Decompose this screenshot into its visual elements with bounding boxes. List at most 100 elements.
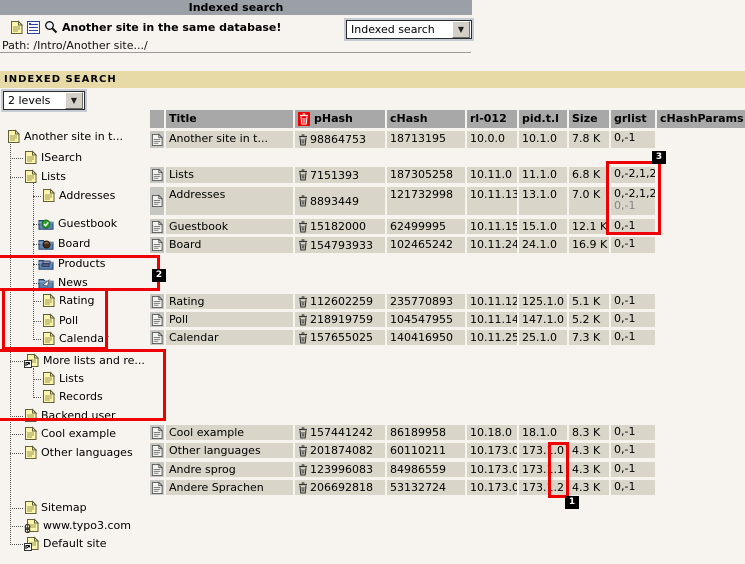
grlist-value: 0,-1 <box>614 462 655 475</box>
table-header-chash[interactable]: cHash <box>387 110 465 128</box>
trash-icon[interactable] <box>298 112 310 126</box>
table-cell-size: 12.1 K <box>569 219 609 234</box>
document-icon[interactable] <box>150 443 164 458</box>
chevron-down-icon[interactable]: ▼ <box>452 21 470 38</box>
tree-item-calendar[interactable]: Calendar <box>42 330 108 347</box>
tree-item-label: Products <box>58 257 106 270</box>
table-cell-chash: 104547955 <box>387 312 465 327</box>
trash-icon[interactable] <box>298 134 308 146</box>
trash-icon[interactable] <box>298 195 308 207</box>
table-header-title[interactable]: Title <box>166 110 293 128</box>
grlist-value: 0,-1 <box>614 480 655 493</box>
grlist-value-secondary: 0,-1 <box>614 200 655 212</box>
page-icon[interactable] <box>7 129 20 144</box>
tree-item-board[interactable]: Board <box>38 235 90 252</box>
page-icon[interactable] <box>42 293 55 308</box>
document-icon[interactable] <box>150 294 164 309</box>
table-cell-title: Cool example <box>166 425 293 440</box>
document-icon[interactable] <box>150 237 164 253</box>
tree-item-poll[interactable]: Poll <box>42 312 78 329</box>
page-shortcut-icon[interactable] <box>24 536 39 551</box>
page-icon[interactable] <box>42 331 55 346</box>
page-icon[interactable] <box>24 150 37 165</box>
folder-news-icon[interactable] <box>38 276 54 289</box>
tree-item-other-languages[interactable]: Other languages <box>24 444 133 461</box>
table-cell-phash: 8893449 <box>295 187 385 215</box>
page-icon[interactable] <box>24 426 37 441</box>
document-icon[interactable] <box>150 312 164 327</box>
table-header-rl[interactable]: rl-012 <box>467 110 517 128</box>
grlist-value: 0,-1 <box>614 237 655 250</box>
folder-check-icon[interactable] <box>38 217 54 230</box>
tree-item-records[interactable]: Records <box>42 388 103 405</box>
table-cell-grlist: 0,-1 <box>611 330 655 345</box>
document-icon[interactable] <box>150 219 164 234</box>
document-icon[interactable] <box>150 425 164 440</box>
tree-connector-line <box>10 434 23 435</box>
tree-item-guestbook[interactable]: Guestbook <box>38 215 117 232</box>
page-icon[interactable] <box>24 408 37 423</box>
page-icon[interactable] <box>24 445 37 460</box>
chevron-down-icon[interactable]: ▼ <box>65 92 83 109</box>
tree-item-news[interactable]: News <box>38 274 88 291</box>
table-header-phash[interactable]: pHash <box>295 110 385 128</box>
tree-item-cool-example[interactable]: Cool example <box>24 425 116 442</box>
tree-connector-line <box>10 177 23 178</box>
tree-item-another-site-in-t[interactable]: Another site in t... <box>7 128 123 145</box>
page-shortcut-icon[interactable] <box>24 353 39 368</box>
tree-item-rating[interactable]: Rating <box>42 292 94 309</box>
document-icon[interactable] <box>150 187 164 215</box>
table-header-chp[interactable]: cHashParams <box>657 110 745 128</box>
page-icon <box>10 20 23 35</box>
trash-icon[interactable] <box>298 427 308 439</box>
tree-item-www-typo3-com[interactable]: www.typo3.com <box>24 517 131 534</box>
page-icon[interactable] <box>42 371 55 386</box>
trash-icon[interactable] <box>298 482 308 494</box>
tree-item-lists[interactable]: Lists <box>24 168 66 185</box>
grlist-value: 0,-1 <box>614 312 655 325</box>
grlist-value: 0,-1 <box>614 131 655 144</box>
folder-board-icon[interactable] <box>38 237 54 250</box>
document-icon[interactable] <box>150 131 164 148</box>
tree-item-isearch[interactable]: ISearch <box>24 149 82 166</box>
page-icon[interactable] <box>24 169 37 184</box>
table-header-grlist[interactable]: grlist <box>611 110 655 128</box>
trash-icon[interactable] <box>298 314 308 326</box>
table-cell-pid: 11.1.0 <box>519 167 567 183</box>
document-icon[interactable] <box>150 480 164 495</box>
trash-icon[interactable] <box>298 239 308 251</box>
tree-item-backend-user[interactable]: Backend user <box>24 407 116 424</box>
trash-icon[interactable] <box>298 464 308 476</box>
document-icon[interactable] <box>150 330 164 345</box>
document-icon[interactable] <box>150 462 164 477</box>
table-header-pid[interactable]: pid.t.l <box>519 110 567 128</box>
trash-icon[interactable] <box>298 169 308 181</box>
tree-item-default-site[interactable]: Default site <box>24 535 107 552</box>
tree-item-more-lists-and-re[interactable]: More lists and re... <box>24 352 145 369</box>
trash-icon[interactable] <box>298 332 308 344</box>
page-icon[interactable] <box>24 500 37 515</box>
document-icon[interactable] <box>150 167 164 183</box>
magnifier-icon[interactable] <box>44 20 58 34</box>
folder-products-icon[interactable] <box>38 257 54 270</box>
table-cell-pid: 18.1.0 <box>519 425 567 440</box>
tree-item-sitemap[interactable]: Sitemap <box>24 499 87 516</box>
list-module-icon[interactable] <box>27 21 40 34</box>
trash-icon[interactable] <box>298 221 308 233</box>
table-header-size[interactable]: Size <box>569 110 609 128</box>
page-icon[interactable] <box>42 313 55 328</box>
tree-item-label: Backend user <box>41 409 116 422</box>
tree-depth-select[interactable]: 2 levels ▼ <box>3 91 85 110</box>
module-function-select[interactable]: Indexed search ▼ <box>346 20 472 39</box>
tree-item-products[interactable]: Products <box>38 255 106 272</box>
trash-icon[interactable] <box>298 445 308 457</box>
table-cell-phash: 7151393 <box>295 167 385 183</box>
tree-item-addresses[interactable]: Addresses <box>42 187 115 204</box>
tree-item-lists[interactable]: Lists <box>42 370 84 387</box>
page-icon[interactable] <box>42 389 55 404</box>
trash-icon[interactable] <box>298 296 308 308</box>
page-icon[interactable] <box>42 188 55 203</box>
table-cell-grlist: 0,-1 <box>611 131 655 148</box>
table-cell-chash: 86189958 <box>387 425 465 440</box>
page-link-icon[interactable] <box>24 518 39 533</box>
